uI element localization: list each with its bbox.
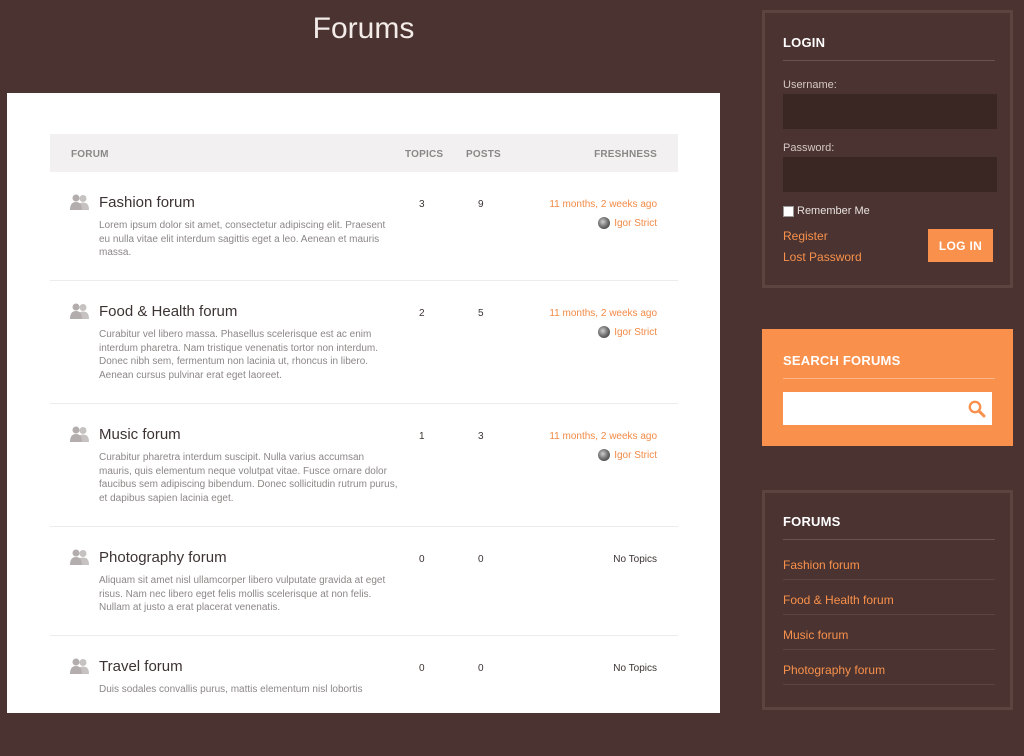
topics-count: 0 [419,554,425,565]
list-item: Photography forum [783,650,995,685]
users-icon [70,303,89,319]
forum-title-link[interactable]: Fashion forum [99,194,195,211]
search-box [783,392,992,427]
forums-widget-list: Fashion forum Food & Health forum Music … [783,545,995,685]
username-label: Username: [783,79,837,91]
forums-widget: FORUMS Fashion forum Food & Health forum… [762,490,1013,710]
posts-count: 0 [478,554,484,565]
forum-description: Aliquam sit amet nisl ullamcorper libero… [99,575,386,614]
register-link[interactable]: Register [783,229,828,243]
forum-description: Duis sodales convallis purus, mattis ele… [99,684,363,695]
posts-count: 3 [478,431,484,442]
forums-widget-link[interactable]: Music forum [783,628,848,642]
search-icon[interactable] [968,400,986,418]
remember-me-label: Remember Me [797,205,870,217]
forums-widget-title: FORUMS [783,514,995,540]
search-forums-title: SEARCH FORUMS [783,353,995,379]
forum-table: FORUM TOPICS POSTS FRESHNESS Fashion for… [50,134,678,756]
author-name: Igor Strict [614,217,657,229]
freshness-link[interactable]: 11 months, 2 weeks ago [549,308,657,319]
password-label: Password: [783,142,835,154]
posts-count: 5 [478,308,484,319]
forum-title-link[interactable]: Food & Health forum [99,303,237,320]
users-icon [70,426,89,442]
list-item: Food & Health forum [783,580,995,615]
avatar [598,449,611,461]
freshness-link[interactable]: 11 months, 2 weeks ago [549,431,657,442]
users-icon [70,194,89,210]
column-header-forum: FORUM [71,149,109,160]
forum-description: Curabitur vel libero massa. Phasellus sc… [99,329,379,382]
password-field[interactable] [783,157,997,192]
search-forums-widget: SEARCH FORUMS [762,329,1013,446]
topics-count: 0 [419,663,425,674]
list-item: Music forum [783,615,995,650]
posts-count: 9 [478,199,484,210]
remember-me[interactable]: Remember Me [783,205,870,217]
users-icon [70,658,89,674]
forums-widget-link[interactable]: Food & Health forum [783,593,894,607]
topics-count: 2 [419,308,425,319]
table-row: Travel forum Duis sodales convallis puru… [50,636,678,756]
forums-widget-link[interactable]: Photography forum [783,663,885,677]
author-link[interactable]: Igor Strict [598,449,657,461]
no-topics-label: No Topics [613,663,657,674]
author-link[interactable]: Igor Strict [598,326,657,338]
topics-count: 3 [419,199,425,210]
author-name: Igor Strict [614,326,657,338]
column-header-topics: TOPICS [405,149,444,160]
table-row: Food & Health forum Curabitur vel libero… [50,281,678,404]
posts-count: 0 [478,663,484,674]
lost-password-link[interactable]: Lost Password [783,250,862,264]
forum-title-link[interactable]: Travel forum [99,658,183,675]
forum-description: Curabitur pharetra interdum suscipit. Nu… [99,452,398,505]
forum-description: Lorem ipsum dolor sit amet, consectetur … [99,220,386,259]
table-header: FORUM TOPICS POSTS FRESHNESS [50,134,678,172]
forum-title-link[interactable]: Music forum [99,426,181,443]
avatar [598,326,611,338]
users-icon [70,549,89,565]
table-row: Fashion forum Lorem ipsum dolor sit amet… [50,172,678,281]
topics-count: 1 [419,431,425,442]
column-header-posts: POSTS [466,149,501,160]
page-title: Forums [312,12,415,45]
freshness-link[interactable]: 11 months, 2 weeks ago [549,199,657,210]
remember-me-checkbox[interactable] [783,205,794,217]
search-input[interactable] [783,392,962,427]
no-topics-label: No Topics [613,554,657,565]
login-title: LOGIN [783,35,995,61]
login-button[interactable]: LOG IN [928,229,993,262]
column-header-freshness: FRESHNESS [594,149,657,160]
table-row: Music forum Curabitur pharetra interdum … [50,404,678,527]
author-name: Igor Strict [614,449,657,461]
forums-widget-link[interactable]: Fashion forum [783,558,860,572]
forum-list-panel: FORUM TOPICS POSTS FRESHNESS Fashion for… [7,93,720,713]
login-widget: LOGIN Username: Password: Remember Me Re… [762,10,1013,288]
avatar [598,217,611,229]
author-link[interactable]: Igor Strict [598,217,657,229]
table-row: Photography forum Aliquam sit amet nisl … [50,527,678,636]
forum-title-link[interactable]: Photography forum [99,549,227,566]
username-field[interactable] [783,94,997,129]
list-item: Fashion forum [783,545,995,580]
